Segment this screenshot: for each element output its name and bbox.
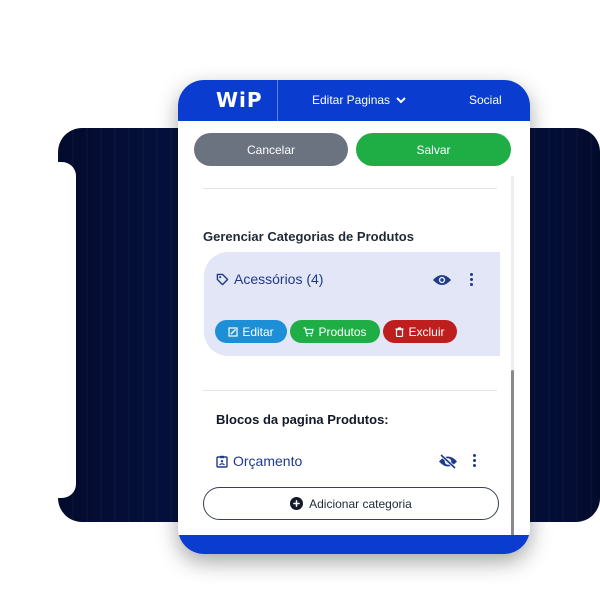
tag-icon — [216, 273, 229, 285]
chevron-down-icon — [396, 96, 406, 103]
block-label: Orçamento — [233, 453, 303, 469]
wip-logo[interactable]: WiP — [216, 89, 263, 111]
category-card: Acessórios (4) Editar Produtos Excluir — [204, 252, 500, 356]
divider-top — [203, 188, 497, 189]
background-notch — [58, 162, 76, 498]
add-category-label: Adicionar categoria — [309, 496, 412, 511]
delete-category-button[interactable]: Excluir — [383, 320, 457, 343]
block-more-icon[interactable] — [473, 454, 477, 467]
eye-icon[interactable] — [432, 273, 452, 287]
phone-frame: WiP Editar Paginas Social Cancelar Salva… — [178, 80, 530, 554]
save-button[interactable]: Salvar — [356, 133, 511, 166]
navbar-divider — [277, 80, 278, 121]
clipboard-icon — [216, 455, 228, 468]
category-more-icon[interactable] — [470, 273, 474, 286]
edit-pages-menu[interactable]: Editar Paginas — [312, 93, 406, 107]
add-category-button[interactable]: Adicionar categoria — [203, 487, 499, 520]
blocks-section-title: Blocos da pagina Produtos: — [216, 412, 389, 427]
trash-icon — [395, 326, 404, 337]
category-label: Acessórios (4) — [234, 271, 324, 287]
cancel-button[interactable]: Cancelar — [194, 133, 348, 166]
delete-label: Excluir — [408, 324, 445, 339]
eye-off-icon[interactable] — [438, 454, 458, 469]
products-button[interactable]: Produtos — [290, 320, 380, 343]
edit-category-button[interactable]: Editar — [215, 320, 287, 343]
top-navbar: WiP Editar Paginas Social — [178, 80, 530, 121]
scrollbar-thumb[interactable] — [511, 370, 514, 536]
divider-middle — [203, 390, 497, 391]
edit-pages-label: Editar Paginas — [312, 93, 391, 107]
block-item[interactable]: Orçamento — [216, 453, 302, 469]
cart-icon — [303, 326, 315, 336]
products-label: Produtos — [318, 324, 367, 339]
categories-section-title: Gerenciar Categorias de Produtos — [203, 229, 414, 244]
edit-label: Editar — [242, 324, 274, 339]
category-item[interactable]: Acessórios (4) — [216, 271, 323, 287]
edit-icon — [228, 326, 238, 337]
social-menu[interactable]: Social — [469, 93, 502, 107]
plus-circle-icon — [290, 497, 304, 510]
bottom-bar — [178, 535, 530, 554]
